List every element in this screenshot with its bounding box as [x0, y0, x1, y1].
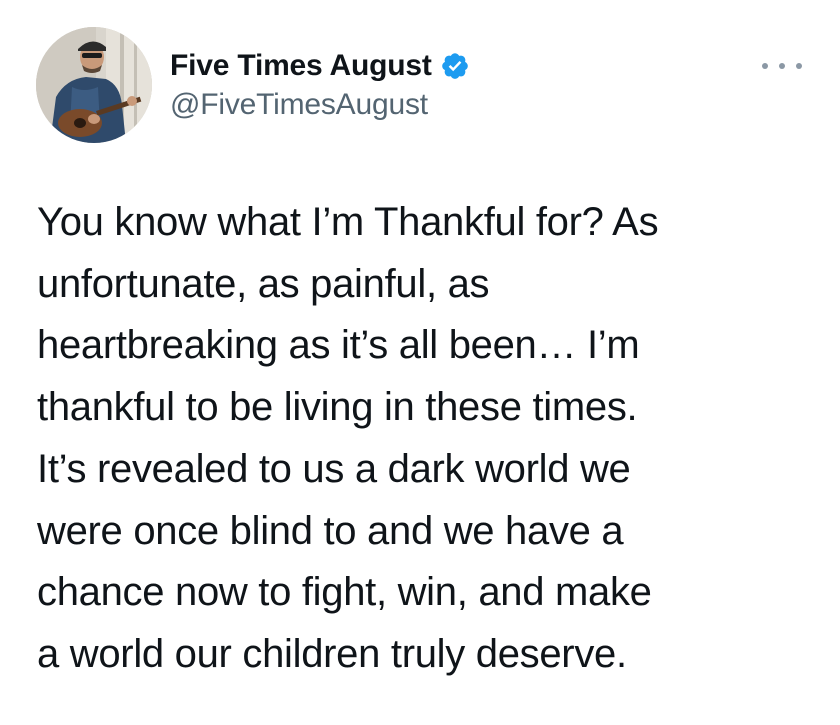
more-dot — [762, 63, 768, 69]
tweet-text-line: heartbreaking as it’s all been… I’m — [37, 323, 640, 368]
more-dot — [779, 63, 785, 69]
more-dot — [796, 63, 802, 69]
tweet-text-line: It’s revealed to us a dark world we — [37, 446, 631, 491]
author-handle[interactable]: @FiveTimesAugust — [170, 88, 428, 122]
profile-photo-icon — [36, 27, 152, 143]
tweet-text-line: unfortunate, as painful, as — [37, 261, 490, 306]
tweet-text-line: You know what I’m Thankful for? As — [37, 200, 659, 244]
more-options-icon[interactable] — [762, 56, 802, 76]
tweet-card: Five Times August @FiveTimesAugust You k… — [0, 0, 840, 725]
author-display-name[interactable]: Five Times August — [170, 49, 432, 83]
tweet-text-line: thankful to be living in these times. — [37, 385, 638, 430]
author-name-row: Five Times August — [170, 46, 470, 86]
tweet-text-line: chance now to fight, win, and make — [37, 570, 652, 615]
tweet-text: You know what I’m Thankful for? As unfor… — [37, 192, 817, 686]
author-avatar[interactable] — [36, 27, 152, 143]
tweet-text-line: a world our children truly deserve. — [37, 631, 627, 676]
tweet-text-line: were once blind to and we have a — [37, 508, 624, 553]
verified-badge-icon — [440, 51, 470, 81]
